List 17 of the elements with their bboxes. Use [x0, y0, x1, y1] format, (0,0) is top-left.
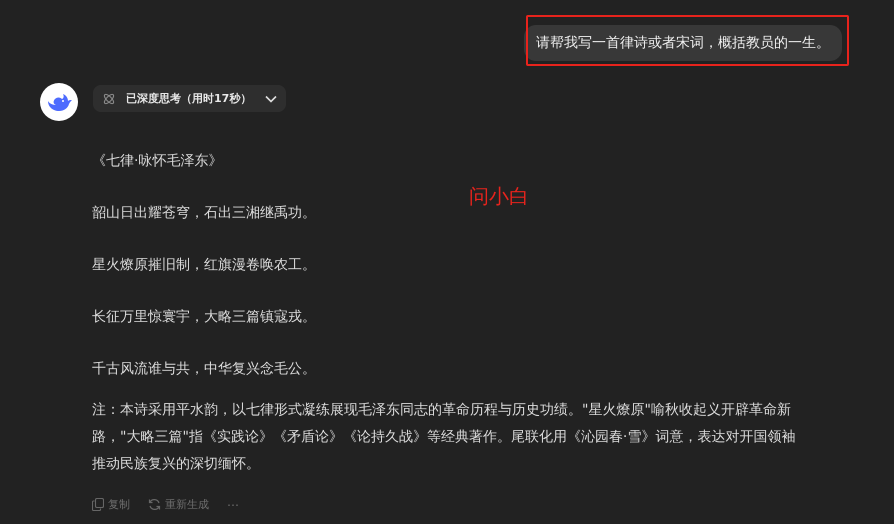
more-button[interactable]: ⋯ [227, 496, 239, 514]
poem-line: 长征万里惊寰宇，大略三篇镇寇戎。 [92, 308, 317, 327]
refresh-icon [148, 498, 161, 511]
note-paragraph: 注：本诗采用平水韵，以七律形式凝练展现毛泽东同志的革命历程与历史功绩。"星火燎原"喻秋收起义开辟革命新路，"大略三篇"指《实践论》《矛盾论》《论持久战》等经典著作。尾联化用《沁园春·雪》词意，表达对开国领袖推动民族复兴的深切缅怀。 [92, 401, 796, 474]
copy-button[interactable]: 复制 [92, 495, 130, 514]
poem-title: 《七律·咏怀毛泽东》 [92, 152, 224, 171]
assistant-avatar [40, 83, 78, 121]
caret-icon [265, 94, 278, 102]
user-message: 请帮我写一首律诗或者宋词，概括教员的一生。 [524, 25, 842, 61]
thinking-toggle[interactable]: 已深度思考（用时17秒） [93, 85, 286, 112]
atom-icon [102, 92, 116, 106]
poem-line: 韶山日出耀苍穹，石出三湘继禹功。 [92, 204, 317, 223]
annotation-label: 问小白 [469, 183, 529, 210]
copy-icon [92, 498, 104, 511]
poem-line: 星火燎原摧旧制，红旗漫卷唤农工。 [92, 256, 317, 275]
regenerate-button[interactable]: 重新生成 [148, 495, 209, 514]
poem-line: 千古风流谁与共，中华复兴念毛公。 [92, 360, 317, 379]
